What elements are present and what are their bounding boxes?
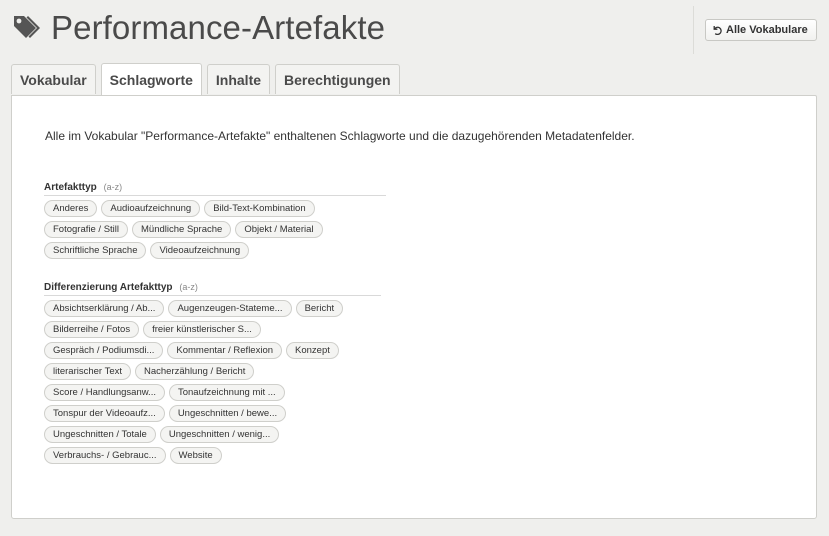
tag-list: Absichtserklärung / Ab... Augenzeugen-St… bbox=[44, 300, 381, 468]
tag-chip[interactable]: Mündliche Sprache bbox=[132, 221, 232, 238]
section-title-label: Differenzierung Artefakttyp bbox=[44, 282, 173, 293]
tab-bar: Vokabular Schlagworte Inhalte Berechtigu… bbox=[11, 63, 405, 96]
tag-chip[interactable]: Videoaufzeichnung bbox=[150, 242, 250, 259]
tab-berechtigungen[interactable]: Berechtigungen bbox=[275, 64, 400, 94]
all-vocabularies-label: Alle Vokabulare bbox=[726, 24, 808, 36]
tag-list: Anderes Audioaufzeichnung Bild-Text-Komb… bbox=[44, 200, 386, 263]
tag-chip[interactable]: Bild-Text-Kombination bbox=[204, 200, 315, 217]
tag-chip[interactable]: Audioaufzeichnung bbox=[101, 200, 201, 217]
tag-chip[interactable]: literarischer Text bbox=[44, 363, 131, 380]
content-panel: Alle im Vokabular "Performance-Artefakte… bbox=[11, 95, 817, 519]
tag-chip[interactable]: Bilderreihe / Fotos bbox=[44, 321, 140, 338]
tag-chip[interactable]: Website bbox=[169, 447, 222, 464]
section-title: Artefakttyp (a-z) bbox=[44, 180, 386, 194]
tag-chip[interactable]: Anderes bbox=[44, 200, 98, 217]
tag-chip[interactable]: Verbrauchs- / Gebrauc... bbox=[44, 447, 166, 464]
tag-chip[interactable]: Augenzeugen-Stateme... bbox=[168, 300, 292, 317]
page-title: Performance-Artefakte bbox=[51, 9, 386, 46]
tag-chip[interactable]: Konzept bbox=[286, 342, 339, 359]
all-vocabularies-button[interactable]: Alle Vokabulare bbox=[705, 19, 817, 41]
section-title-label: Artefakttyp bbox=[44, 182, 97, 193]
section-divider bbox=[44, 295, 381, 296]
tag-chip[interactable]: Absichtserklärung / Ab... bbox=[44, 300, 165, 317]
tag-chip[interactable]: Tonspur der Videoaufz... bbox=[44, 405, 165, 422]
tag-chip[interactable]: Kommentar / Reflexion bbox=[167, 342, 283, 359]
tag-chip[interactable]: Gespräch / Podiumsdi... bbox=[44, 342, 164, 359]
tab-vokabular[interactable]: Vokabular bbox=[11, 64, 96, 94]
tag-chip[interactable]: Tonaufzeichnung mit ... bbox=[168, 384, 285, 401]
tag-chip[interactable]: Objekt / Material bbox=[235, 221, 323, 238]
header-divider bbox=[693, 6, 694, 54]
section-artefakttyp: Artefakttyp (a-z) Anderes Audioaufzeichn… bbox=[44, 180, 386, 263]
tag-chip[interactable]: Fotografie / Still bbox=[44, 221, 128, 238]
page-header: Performance-Artefakte Alle Vokabulare bbox=[0, 0, 829, 58]
section-divider bbox=[44, 195, 386, 196]
tag-icon bbox=[12, 13, 42, 43]
undo-icon bbox=[712, 25, 722, 36]
section-differenzierung-artefakttyp: Differenzierung Artefakttyp (a-z) Absich… bbox=[44, 280, 381, 468]
tag-chip[interactable]: Bericht bbox=[295, 300, 344, 317]
tag-chip[interactable]: Score / Handlungsanw... bbox=[44, 384, 165, 401]
title-group: Performance-Artefakte bbox=[12, 6, 385, 50]
tag-chip[interactable]: Schriftliche Sprache bbox=[44, 242, 147, 259]
tag-chip[interactable]: Ungeschnitten / bewe... bbox=[168, 405, 287, 422]
tag-chip[interactable]: Nacherzählung / Bericht bbox=[135, 363, 255, 380]
sort-hint: (a-z) bbox=[103, 182, 123, 192]
tab-inhalte[interactable]: Inhalte bbox=[206, 64, 271, 94]
intro-text: Alle im Vokabular "Performance-Artefakte… bbox=[45, 129, 635, 143]
tag-chip[interactable]: Ungeschnitten / wenig... bbox=[159, 426, 280, 443]
sort-hint: (a-z) bbox=[179, 282, 198, 292]
section-title: Differenzierung Artefakttyp (a-z) bbox=[44, 280, 381, 294]
tab-schlagworte[interactable]: Schlagworte bbox=[100, 63, 202, 95]
tag-chip[interactable]: Ungeschnitten / Totale bbox=[44, 426, 156, 443]
tag-chip[interactable]: freier künstlerischer S... bbox=[143, 321, 261, 338]
